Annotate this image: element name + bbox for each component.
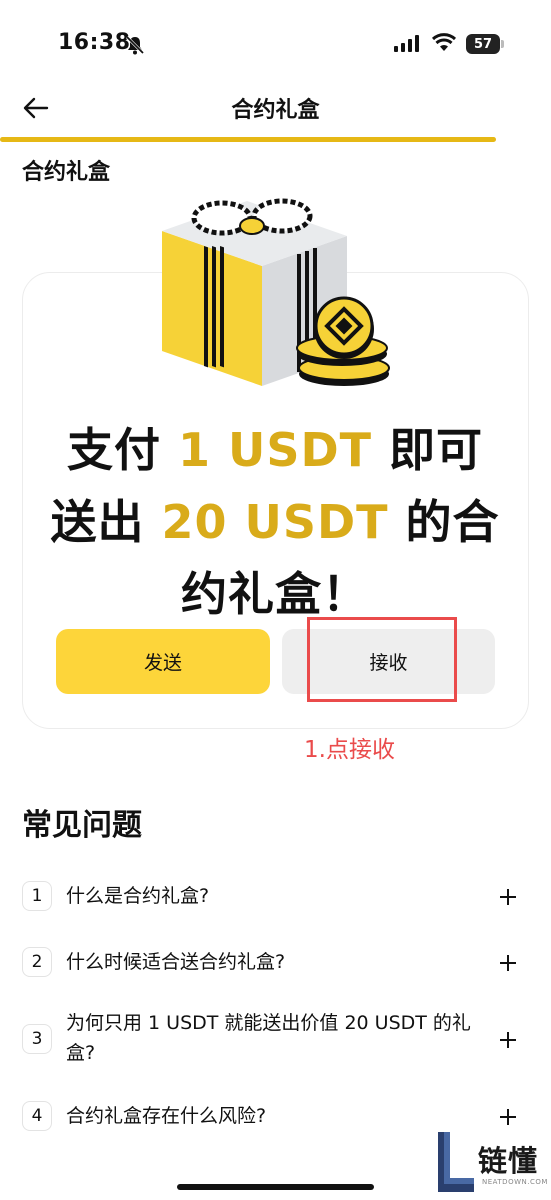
signal-icon [394, 35, 419, 52]
gift-box-icon [162, 198, 390, 386]
battery-cap [501, 40, 504, 48]
watermark-logo: 链懂 NEATDOWN.COM [436, 1132, 548, 1194]
promo-line-2: 送出 20 USDT 的合 [50, 495, 500, 549]
faq-question: 什么时候适合送合约礼盒? [66, 951, 286, 973]
status-time: 16:38 [58, 30, 131, 55]
plus-icon[interactable] [498, 953, 518, 973]
annotation-text: 1.点接收 [304, 737, 395, 763]
promo-headline: 支付 1 USDT 即可 送出 20 USDT 的合 约礼盒！ [40, 414, 510, 630]
plus-icon[interactable] [498, 887, 518, 907]
faq-title: 常见问题 [22, 808, 142, 843]
send-button[interactable]: 发送 [56, 629, 270, 694]
watermark-subtext: NEATDOWN.COM [482, 1178, 548, 1186]
watermark-text: 链懂 [478, 1144, 539, 1178]
faq-number: 3 [22, 1024, 52, 1054]
faq-question: 合约礼盒存在什么风险? [66, 1105, 267, 1127]
home-indicator[interactable] [177, 1184, 374, 1190]
section-title: 合约礼盒 [22, 160, 111, 185]
promo-line-1: 支付 1 USDT 即可 [66, 423, 484, 477]
plus-icon[interactable] [498, 1107, 518, 1127]
faq-number: 2 [22, 947, 52, 977]
watermark-l-icon [438, 1132, 474, 1192]
annotation-highlight-box [307, 617, 457, 702]
progress-bar [0, 137, 496, 142]
bell-slash-icon [125, 35, 145, 55]
faq-item[interactable]: 4 合约礼盒存在什么风险? [22, 1100, 522, 1134]
faq-number: 1 [22, 881, 52, 911]
page-title: 合约礼盒 [231, 98, 320, 123]
faq-question: 为何只用 1 USDT 就能送出价值 20 USDT 的礼盒? [66, 1012, 471, 1064]
faq-item[interactable]: 2 什么时候适合送合约礼盒? [22, 946, 522, 980]
faq-item[interactable]: 3 为何只用 1 USDT 就能送出价值 20 USDT 的礼盒? [22, 1008, 522, 1070]
faq-number: 4 [22, 1101, 52, 1131]
coin-icon [314, 296, 374, 359]
plus-icon[interactable] [498, 1030, 518, 1050]
faq-item[interactable]: 1 什么是合约礼盒? [22, 880, 522, 914]
battery-icon: 57 [466, 34, 500, 54]
faq-question: 什么是合约礼盒? [66, 885, 210, 907]
wifi-icon [431, 33, 457, 51]
